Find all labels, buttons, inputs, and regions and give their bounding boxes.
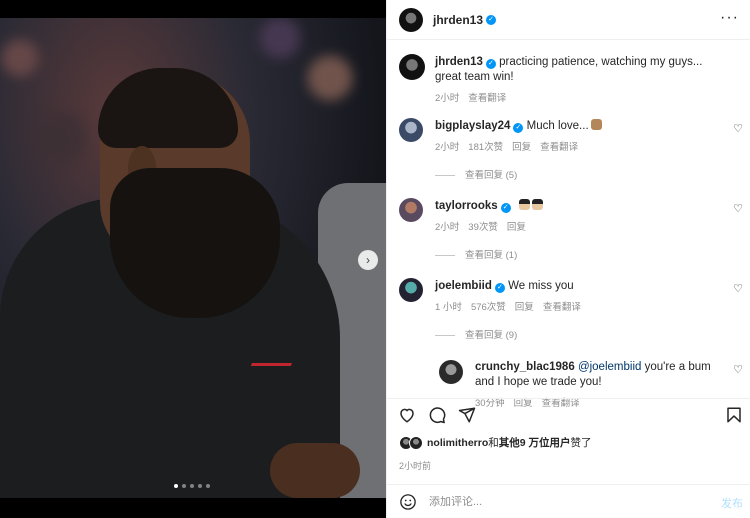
carousel-dot <box>190 484 194 488</box>
divider <box>435 175 455 176</box>
likes-suffix: 赞了 <box>570 437 592 449</box>
fist-emoji-icon <box>590 119 602 130</box>
see-translation-link[interactable]: 查看翻译 <box>540 140 578 155</box>
reply-button[interactable]: 回复 <box>507 220 526 235</box>
view-replies-label: 查看回复 (5) <box>465 170 518 181</box>
comment-time: 1 小时 <box>435 302 462 313</box>
likes-others[interactable]: 其他9 万位用户 <box>499 437 571 449</box>
comment-text: We miss you <box>508 280 574 292</box>
post-comment-button[interactable]: 发布 <box>721 495 743 511</box>
caption-time: 2小时 <box>435 93 460 104</box>
likes-summary: nolimitherro和其他9 万位用户赞了 <box>399 435 592 450</box>
player-hands <box>270 443 360 498</box>
hair-emoji-icon <box>531 199 543 210</box>
avatar[interactable] <box>399 7 423 32</box>
view-replies-button[interactable]: 查看回复 (5) <box>435 168 721 183</box>
divider <box>435 335 455 336</box>
chevron-right-icon[interactable]: › <box>358 250 378 270</box>
avatar[interactable] <box>439 360 463 384</box>
comment-input[interactable] <box>429 495 699 508</box>
caption: jhrden13 ✓ practicing patience, watching … <box>387 48 750 106</box>
comments-list: jhrden13 ✓ practicing patience, watching … <box>387 48 750 411</box>
view-replies-button[interactable]: 查看回复 (1) <box>435 248 721 263</box>
reply-button[interactable]: 回复 <box>512 140 531 155</box>
verified-icon: ✓ <box>485 59 496 69</box>
heart-icon[interactable]: ♡ <box>733 282 743 295</box>
see-translation-link[interactable]: 查看翻译 <box>543 300 581 315</box>
author-username[interactable]: jhrden13 <box>433 13 483 27</box>
share-icon[interactable] <box>458 406 476 424</box>
post-detail-panel: jhrden13 ✓ ··· jhrden13 ✓ practicing pati… <box>386 0 750 518</box>
post-timestamp: 2小时前 <box>399 461 432 471</box>
carousel-dots <box>174 484 210 488</box>
comment-time: 2小时 <box>435 222 460 233</box>
avatar <box>409 435 423 450</box>
verified-icon: ✓ <box>494 283 505 293</box>
hair-emoji-icon <box>518 199 530 210</box>
verified-icon: ✓ <box>500 203 511 213</box>
action-bar <box>387 398 750 432</box>
avatar[interactable] <box>399 54 425 80</box>
divider <box>435 255 455 256</box>
post-header: jhrden13 ✓ ··· <box>387 0 750 40</box>
likes-and: 和 <box>488 437 499 449</box>
bookmark-icon[interactable] <box>725 406 743 424</box>
more-icon[interactable]: ··· <box>720 10 739 26</box>
add-comment-bar: 发布 <box>387 484 750 518</box>
comment-icon[interactable] <box>428 406 446 424</box>
emoji-icon[interactable] <box>399 493 417 511</box>
comment-username[interactable]: joelembiid <box>435 280 492 292</box>
heart-icon[interactable]: ♡ <box>733 202 743 215</box>
carousel-dot <box>206 484 210 488</box>
view-replies-button[interactable]: 查看回复 (9) <box>435 328 721 343</box>
comment-likes[interactable]: 181次赞 <box>468 140 503 155</box>
comment-username[interactable]: taylorrooks <box>435 200 498 212</box>
post-image[interactable] <box>0 18 386 498</box>
heart-icon[interactable] <box>398 406 416 424</box>
view-replies-label: 查看回复 (1) <box>465 250 518 261</box>
heart-icon[interactable]: ♡ <box>733 363 743 376</box>
comment-text: Much love... <box>526 120 589 132</box>
view-replies-label: 查看回复 (9) <box>465 330 518 341</box>
player-beard <box>110 168 280 318</box>
avatar[interactable] <box>399 198 423 222</box>
carousel-dot-active <box>174 484 178 488</box>
comment: taylorrooks ✓ 2小时 39次赞 回复 查看回复 (1) ♡ <box>387 192 750 263</box>
liker-username[interactable]: nolimitherro <box>427 437 488 449</box>
mention-link[interactable]: @joelembiid <box>578 361 641 373</box>
verified-icon: ✓ <box>513 123 524 133</box>
see-translation-link[interactable]: 查看翻译 <box>468 91 506 106</box>
caption-username[interactable]: jhrden13 <box>435 56 483 68</box>
comment: joelembiid ✓ We miss you 1 小时 576次赞 回复 查看… <box>387 272 750 343</box>
comment-likes[interactable]: 576次赞 <box>471 300 506 315</box>
comment-username[interactable]: bigplayslay24 <box>435 120 510 132</box>
avatar[interactable] <box>399 118 423 142</box>
avatar[interactable] <box>399 278 423 302</box>
jacket-logo <box>243 363 293 385</box>
comment-username[interactable]: crunchy_blac1986 <box>475 361 575 373</box>
heart-icon[interactable]: ♡ <box>733 122 743 135</box>
comment: bigplayslay24 ✓ Much love... 2小时 181次赞 回复… <box>387 112 750 183</box>
carousel-dot <box>182 484 186 488</box>
comment-time: 2小时 <box>435 142 460 153</box>
verified-icon: ✓ <box>486 14 497 25</box>
comment-likes[interactable]: 39次赞 <box>468 220 498 235</box>
carousel-dot <box>198 484 202 488</box>
reply-button[interactable]: 回复 <box>515 300 534 315</box>
post-photo-panel: › <box>0 0 386 518</box>
